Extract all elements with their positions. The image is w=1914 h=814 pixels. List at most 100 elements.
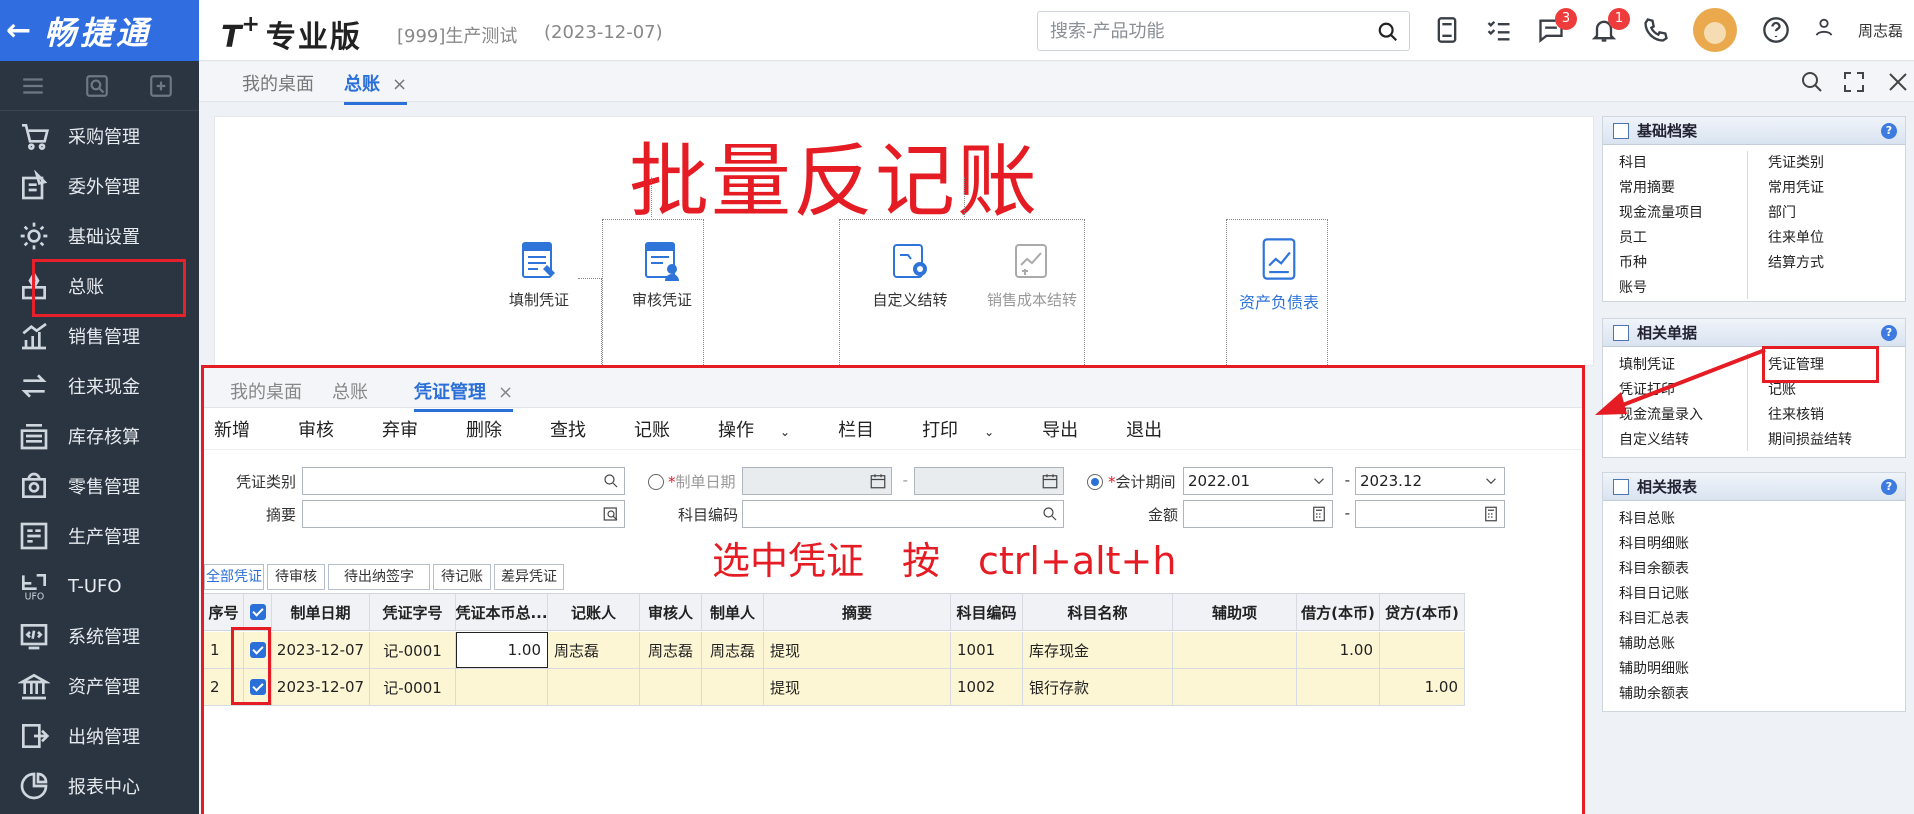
panel-link[interactable]: 自定义结转 <box>1603 428 1758 453</box>
favorites-search-icon[interactable] <box>84 73 110 99</box>
make-date-radio[interactable] <box>648 474 664 490</box>
toolbar-button-4[interactable]: 删除 <box>466 416 526 442</box>
column-header-12[interactable]: 辅助项 <box>1173 594 1297 630</box>
period-from-select[interactable]: 2022.01 <box>1183 467 1333 495</box>
filter-tab-3[interactable]: 待出纳签字 <box>328 564 430 590</box>
help-icon[interactable]: ? <box>1881 122 1897 139</box>
calculator-icon[interactable] <box>1433 16 1461 44</box>
sidebar-item-6[interactable]: 往来现金 <box>0 361 199 411</box>
task-list-icon[interactable] <box>1485 16 1513 44</box>
message-icon[interactable]: 3 <box>1537 8 1577 44</box>
period-to-select[interactable]: 2023.12 <box>1355 467 1505 495</box>
sidebar-item-3[interactable]: 基础设置 <box>0 211 199 261</box>
sidebar-item-1[interactable]: 采购管理 <box>0 111 199 161</box>
panel-link[interactable]: 科目 <box>1603 151 1758 176</box>
search-icon[interactable] <box>1377 21 1399 43</box>
amount-from-field[interactable] <box>1183 500 1333 528</box>
column-header-5[interactable]: 凭证本币总... <box>456 594 548 630</box>
panel-link[interactable]: 员工 <box>1603 226 1758 251</box>
filter-tab-2[interactable]: 待审核 <box>267 564 325 590</box>
add-shortcut-icon[interactable] <box>148 73 174 99</box>
column-header-7[interactable]: 审核人 <box>640 594 702 630</box>
user-icon[interactable] <box>1813 16 1835 44</box>
sidebar-item-2[interactable]: 委外管理 <box>0 161 199 211</box>
accounting-period-radio[interactable] <box>1087 474 1103 490</box>
panel-link[interactable]: 结算方式 <box>1758 251 1906 276</box>
summary-field[interactable] <box>302 500 625 528</box>
sidebar-item-14[interactable]: 报表中心 <box>0 761 199 811</box>
lookup-icon[interactable] <box>602 472 620 490</box>
flow-node-balance-sheet[interactable]: 资产负债表 <box>1224 235 1334 313</box>
panel-link[interactable]: 常用摘要 <box>1603 176 1758 201</box>
toolbar-button-7[interactable]: 操作 ⌄ <box>718 416 814 442</box>
table-row[interactable]: 1 2023-12-07 记-0001 1.00 周志磊 周志磊 周志磊 提现 1001 库存现金… <box>204 632 1465 669</box>
report-link[interactable]: 辅助总账 <box>1603 632 1905 657</box>
column-header-4[interactable]: 凭证字号 <box>370 594 456 630</box>
app-logo[interactable]: ← 畅捷通 <box>0 0 199 61</box>
tab-ledger[interactable]: 总账 × <box>344 70 408 105</box>
column-header-13[interactable]: 借方(本币) <box>1297 594 1380 630</box>
toolbar-button-2[interactable]: 审核 <box>298 416 358 442</box>
column-header-11[interactable]: 科目名称 <box>1023 594 1173 630</box>
sidebar-item-11[interactable]: 系统管理 <box>0 611 199 661</box>
tab-desktop[interactable]: 我的桌面 <box>242 70 314 102</box>
report-link[interactable]: 科目日记账 <box>1603 582 1905 607</box>
panel-link[interactable]: 部门 <box>1758 201 1906 226</box>
column-header-9[interactable]: 摘要 <box>764 594 951 630</box>
sidebar-item-12[interactable]: 资产管理 <box>0 661 199 711</box>
toolbar-button-8[interactable]: 栏目 <box>838 416 898 442</box>
column-header-10[interactable]: 科目编码 <box>951 594 1023 630</box>
panel-link[interactable]: 凭证类别 <box>1758 151 1906 176</box>
calendar-icon[interactable] <box>1041 472 1059 490</box>
flow-node-fill-voucher[interactable]: 填制凭证 <box>489 239 589 310</box>
report-link[interactable]: 辅助余额表 <box>1603 682 1905 707</box>
panel-link[interactable]: 期间损益结转 <box>1758 428 1906 453</box>
back-arrow-icon[interactable]: ← <box>6 13 36 48</box>
lookup-icon[interactable] <box>1041 505 1059 523</box>
fullscreen-icon[interactable] <box>1842 70 1866 94</box>
toolbar-button-9[interactable]: 打印 ⌄ <box>922 416 1018 442</box>
column-header-14[interactable]: 贷方(本币) <box>1380 594 1465 630</box>
make-date-from[interactable] <box>742 467 892 495</box>
toolbar-button-5[interactable]: 查找 <box>550 416 610 442</box>
panel-link[interactable]: 币种 <box>1603 251 1758 276</box>
toolbar-button-10[interactable]: 导出 <box>1042 416 1102 442</box>
sidebar-item-9[interactable]: 生产管理 <box>0 511 199 561</box>
tab-close-icon[interactable]: × <box>392 74 407 95</box>
calculator-icon[interactable] <box>1482 505 1500 523</box>
toolbar-button-11[interactable]: 退出 <box>1126 416 1186 442</box>
toolbar-button-6[interactable]: 记账 <box>634 416 694 442</box>
sidebar-item-13[interactable]: 出纳管理 <box>0 711 199 761</box>
column-header-3[interactable]: 制单日期 <box>272 594 370 630</box>
account-code-field[interactable] <box>742 500 1064 528</box>
sidebar-item-7[interactable]: 库存核算 <box>0 411 199 461</box>
tab-close-icon[interactable]: × <box>498 382 513 403</box>
amount-to-field[interactable] <box>1355 500 1505 528</box>
inner-tab-desktop[interactable]: 我的桌面 <box>230 378 302 409</box>
report-link[interactable]: 科目余额表 <box>1603 557 1905 582</box>
select-all-checkbox[interactable] <box>249 604 266 620</box>
search-input[interactable] <box>1050 20 1370 42</box>
sidebar-item-5[interactable]: 销售管理 <box>0 311 199 361</box>
help-icon[interactable]: ? <box>1881 478 1897 495</box>
summary-lookup-icon[interactable] <box>602 505 620 523</box>
toolbar-button-1[interactable]: 新增 <box>214 416 274 442</box>
report-link[interactable]: 科目明细账 <box>1603 532 1905 557</box>
panel-link[interactable]: 往来单位 <box>1758 226 1906 251</box>
voucher-type-field[interactable] <box>302 467 625 495</box>
flow-node-audit-voucher[interactable]: 审核凭证 <box>612 239 712 310</box>
column-header-1[interactable]: 序号 <box>204 594 244 630</box>
sidebar-item-4[interactable]: 总账 <box>0 259 199 317</box>
calculator-icon[interactable] <box>1310 505 1328 523</box>
sidebar-item-10[interactable]: UFO T-UFO <box>0 561 199 611</box>
report-link[interactable]: 辅助明细账 <box>1603 657 1905 682</box>
panel-link[interactable]: 账号 <box>1603 276 1758 301</box>
column-header-2[interactable] <box>244 594 272 630</box>
calendar-icon[interactable] <box>869 472 887 490</box>
avatar[interactable] <box>1693 8 1737 52</box>
username[interactable]: 周志磊 <box>1858 20 1903 41</box>
close-window-icon[interactable] <box>1886 70 1910 94</box>
menu-icon[interactable] <box>20 73 46 99</box>
inner-tab-ledger[interactable]: 总账 <box>332 378 368 409</box>
product-search[interactable] <box>1037 11 1410 51</box>
